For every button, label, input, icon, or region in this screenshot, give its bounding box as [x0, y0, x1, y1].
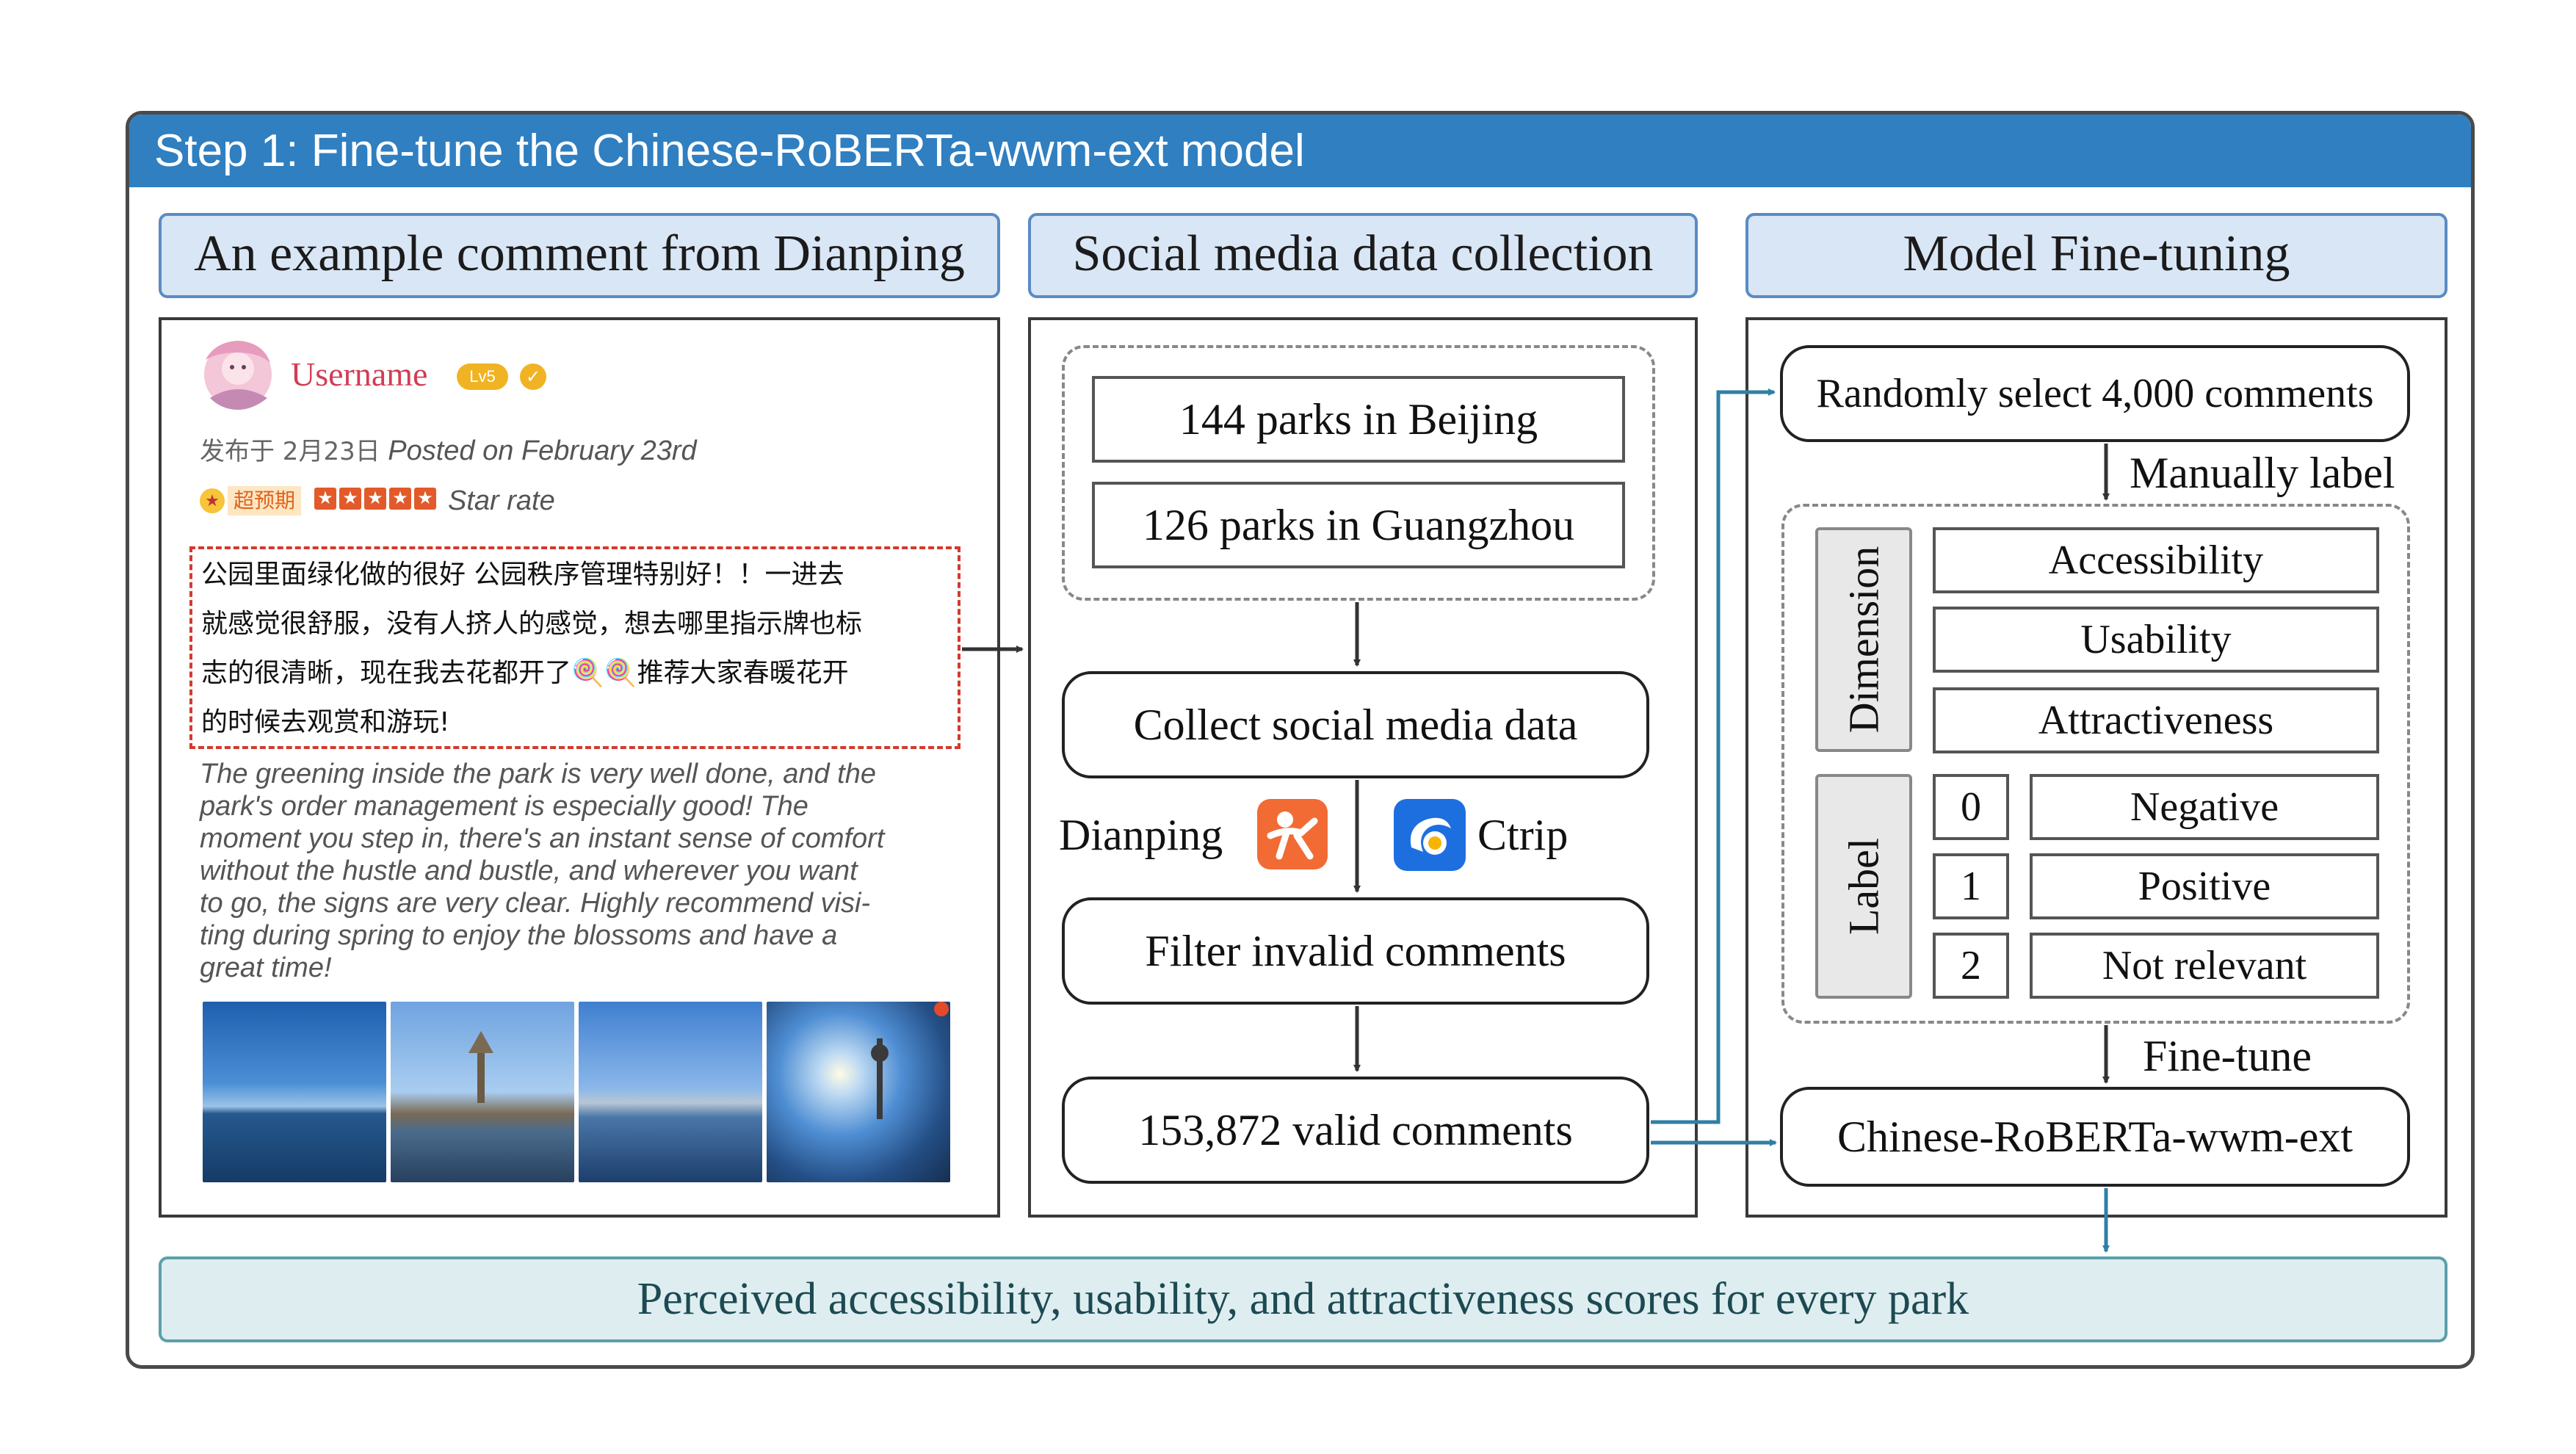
valid-to-select-arrow [1651, 388, 1776, 1124]
connector-layer [962, 388, 2110, 1253]
